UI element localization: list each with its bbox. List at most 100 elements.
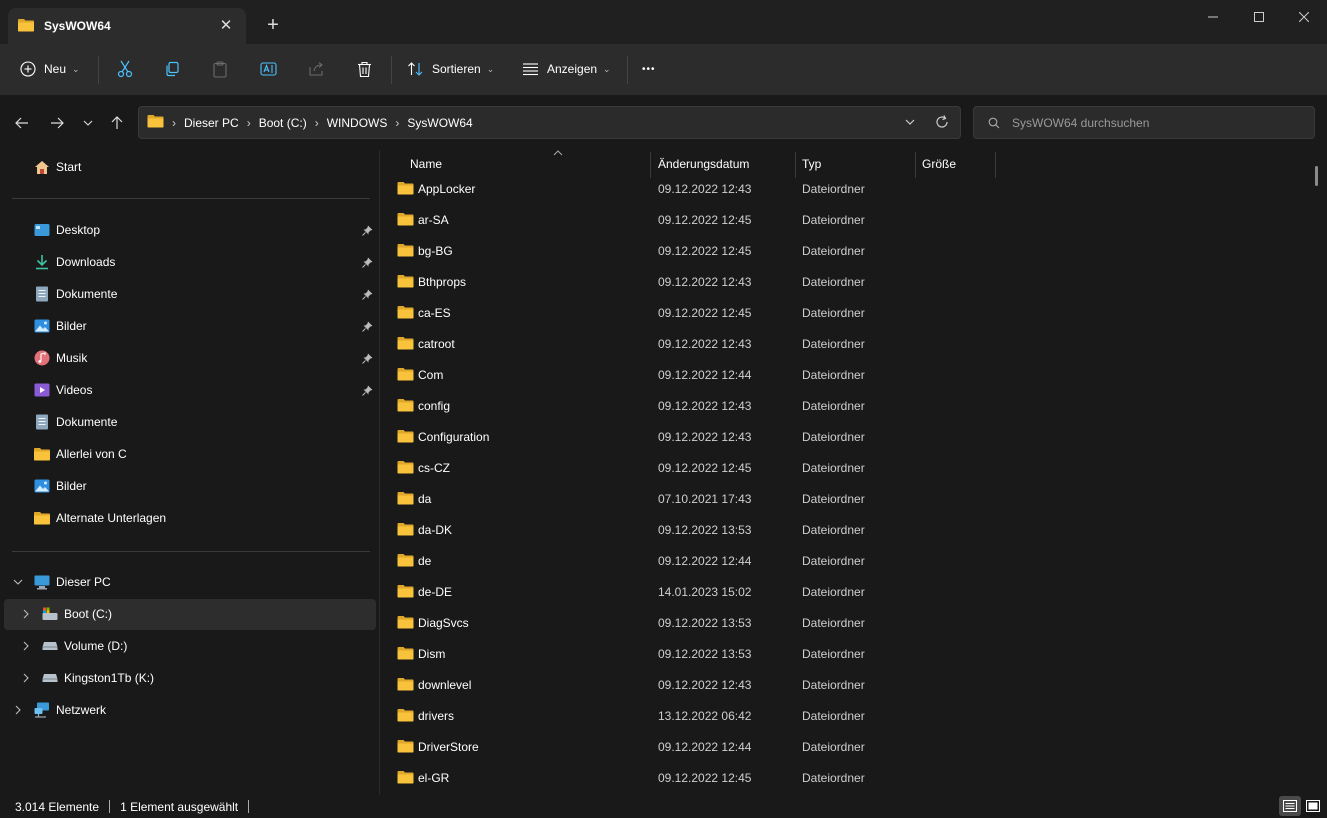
recent-locations-button[interactable] — [77, 112, 99, 134]
chevron-right-icon[interactable] — [20, 609, 32, 621]
minimize-button[interactable] — [1190, 4, 1236, 30]
sort-button[interactable]: Sortieren ⌄ — [407, 54, 494, 84]
folder-icon — [397, 522, 414, 539]
breadcrumb-separator[interactable]: › — [247, 116, 251, 130]
arrow-up-icon — [111, 116, 123, 129]
tab-close-button[interactable]: ✕ — [216, 16, 236, 36]
copy-button[interactable] — [164, 54, 180, 84]
pin-icon[interactable] — [362, 225, 374, 237]
new-tab-button[interactable]: + — [262, 14, 284, 36]
chevron-right-icon[interactable] — [20, 641, 32, 653]
file-date: 14.01.2023 15:02 — [658, 585, 752, 599]
search-box[interactable] — [973, 106, 1315, 139]
pin-icon[interactable] — [362, 257, 374, 269]
chevron-right-icon[interactable] — [20, 673, 32, 685]
file-name: Com — [418, 368, 444, 382]
maximize-button[interactable] — [1236, 4, 1282, 30]
rename-button[interactable] — [260, 54, 278, 84]
sidebar-item-documents[interactable]: Dokumente — [34, 280, 117, 308]
sidebar-item-alternate[interactable]: Alternate Unterlagen — [34, 504, 166, 532]
file-row[interactable]: catroot 09.12.2022 12:43 Dateiordner — [388, 329, 1308, 360]
sidebar-item-pictures[interactable]: Bilder — [34, 312, 87, 340]
chevron-right-icon[interactable] — [12, 705, 24, 717]
more-options-button[interactable]: ••• — [642, 54, 656, 84]
sidebar-item-network[interactable]: Netzwerk — [34, 696, 106, 724]
file-date: 09.12.2022 12:43 — [658, 430, 752, 444]
sidebar-item-pictures-2[interactable]: Bilder — [34, 472, 87, 500]
file-row[interactable]: downlevel 09.12.2022 12:43 Dateiordner — [388, 670, 1308, 701]
file-row[interactable]: de-DE 14.01.2023 15:02 Dateiordner — [388, 577, 1308, 608]
file-row[interactable]: DiagSvcs 09.12.2022 13:53 Dateiordner — [388, 608, 1308, 639]
file-row[interactable]: Dism 09.12.2022 13:53 Dateiordner — [388, 639, 1308, 670]
chevron-down-icon[interactable] — [12, 577, 24, 589]
file-row[interactable]: el-GR 09.12.2022 12:45 Dateiordner — [388, 763, 1308, 794]
arrow-right-icon — [51, 117, 64, 129]
file-row[interactable]: de 09.12.2022 12:44 Dateiordner — [388, 546, 1308, 577]
breadcrumb-item[interactable]: WINDOWS — [327, 116, 388, 130]
paste-button[interactable] — [212, 54, 228, 84]
breadcrumb-separator[interactable]: › — [172, 116, 176, 130]
file-row[interactable]: ar-SA 09.12.2022 12:45 Dateiordner — [388, 205, 1308, 236]
details-view-button[interactable] — [1279, 796, 1301, 816]
file-type: Dateiordner — [802, 399, 865, 413]
file-row[interactable]: drivers 13.12.2022 06:42 Dateiordner — [388, 701, 1308, 732]
file-row[interactable]: AppLocker 09.12.2022 12:43 Dateiordner — [388, 174, 1308, 205]
new-button[interactable]: Neu ⌄ — [20, 54, 80, 84]
file-row[interactable]: Bthprops 09.12.2022 12:43 Dateiordner — [388, 267, 1308, 298]
folder-icon — [397, 243, 414, 260]
desktop-icon — [34, 222, 50, 238]
sidebar-item-documents-2[interactable]: Dokumente — [34, 408, 117, 436]
breadcrumb-item[interactable]: Boot (C:) — [259, 116, 307, 130]
file-row[interactable]: cs-CZ 09.12.2022 12:45 Dateiordner — [388, 453, 1308, 484]
refresh-button[interactable] — [934, 114, 950, 133]
file-type: Dateiordner — [802, 306, 865, 320]
view-button[interactable]: Anzeigen ⌄ — [522, 54, 611, 84]
breadcrumb-item[interactable]: SysWOW64 — [407, 116, 472, 130]
file-row[interactable]: ca-ES 09.12.2022 12:45 Dateiordner — [388, 298, 1308, 329]
toolbar-divider — [391, 56, 392, 84]
cut-button[interactable] — [117, 54, 133, 84]
sidebar-item-drive-c[interactable]: Boot (C:) — [42, 600, 112, 628]
sidebar-item-music[interactable]: Musik — [34, 344, 87, 372]
address-bar[interactable]: › Dieser PC › Boot (C:) › WINDOWS › SysW… — [138, 106, 961, 139]
file-row[interactable]: Configuration 09.12.2022 12:43 Dateiordner — [388, 422, 1308, 453]
sidebar-item-downloads[interactable]: Downloads — [34, 248, 115, 276]
sidebar-item-this-pc[interactable]: Dieser PC — [34, 568, 111, 596]
sidebar-item-drive-k[interactable]: Kingston1Tb (K:) — [42, 664, 154, 692]
rename-icon — [260, 62, 277, 76]
sidebar-item-label: Alternate Unterlagen — [56, 511, 167, 525]
search-input[interactable] — [1012, 115, 1292, 130]
sidebar-divider — [12, 198, 370, 199]
address-dropdown-button[interactable] — [904, 114, 916, 133]
delete-button[interactable] — [357, 54, 372, 84]
sidebar-item-home[interactable]: Start — [34, 153, 81, 181]
sidebar-item-drive-d[interactable]: Volume (D:) — [42, 632, 127, 660]
sidebar-item-desktop[interactable]: Desktop — [34, 216, 100, 244]
file-row[interactable]: da 07.10.2021 17:43 Dateiordner — [388, 484, 1308, 515]
pin-icon[interactable] — [362, 353, 374, 365]
up-button[interactable] — [106, 112, 128, 134]
pin-icon[interactable] — [362, 385, 374, 397]
file-name: downlevel — [418, 678, 472, 692]
close-window-button[interactable] — [1281, 4, 1327, 30]
file-type: Dateiordner — [802, 213, 865, 227]
sidebar-item-videos[interactable]: Videos — [34, 376, 92, 404]
file-row[interactable]: DriverStore 09.12.2022 12:44 Dateiordner — [388, 732, 1308, 763]
pin-icon[interactable] — [362, 321, 374, 333]
tab-syswow64[interactable]: SysWOW64 ✕ — [8, 8, 246, 44]
file-row[interactable]: da-DK 09.12.2022 13:53 Dateiordner — [388, 515, 1308, 546]
file-row[interactable]: Com 09.12.2022 12:44 Dateiordner — [388, 360, 1308, 391]
sidebar-item-allerlei[interactable]: Allerlei von C — [34, 440, 127, 468]
breadcrumb-item[interactable]: Dieser PC — [184, 116, 239, 130]
file-row[interactable]: bg-BG 09.12.2022 12:45 Dateiordner — [388, 236, 1308, 267]
breadcrumb-separator[interactable]: › — [315, 116, 319, 130]
file-row[interactable]: config 09.12.2022 12:43 Dateiordner — [388, 391, 1308, 422]
share-button[interactable] — [308, 54, 325, 84]
forward-button[interactable] — [46, 112, 68, 134]
breadcrumb-separator[interactable]: › — [395, 116, 399, 130]
plus-circle-icon — [20, 61, 36, 77]
pin-icon[interactable] — [362, 289, 374, 301]
tiles-view-button[interactable] — [1302, 796, 1324, 816]
back-button[interactable] — [11, 112, 33, 134]
vertical-scrollbar-thumb[interactable] — [1315, 166, 1318, 186]
